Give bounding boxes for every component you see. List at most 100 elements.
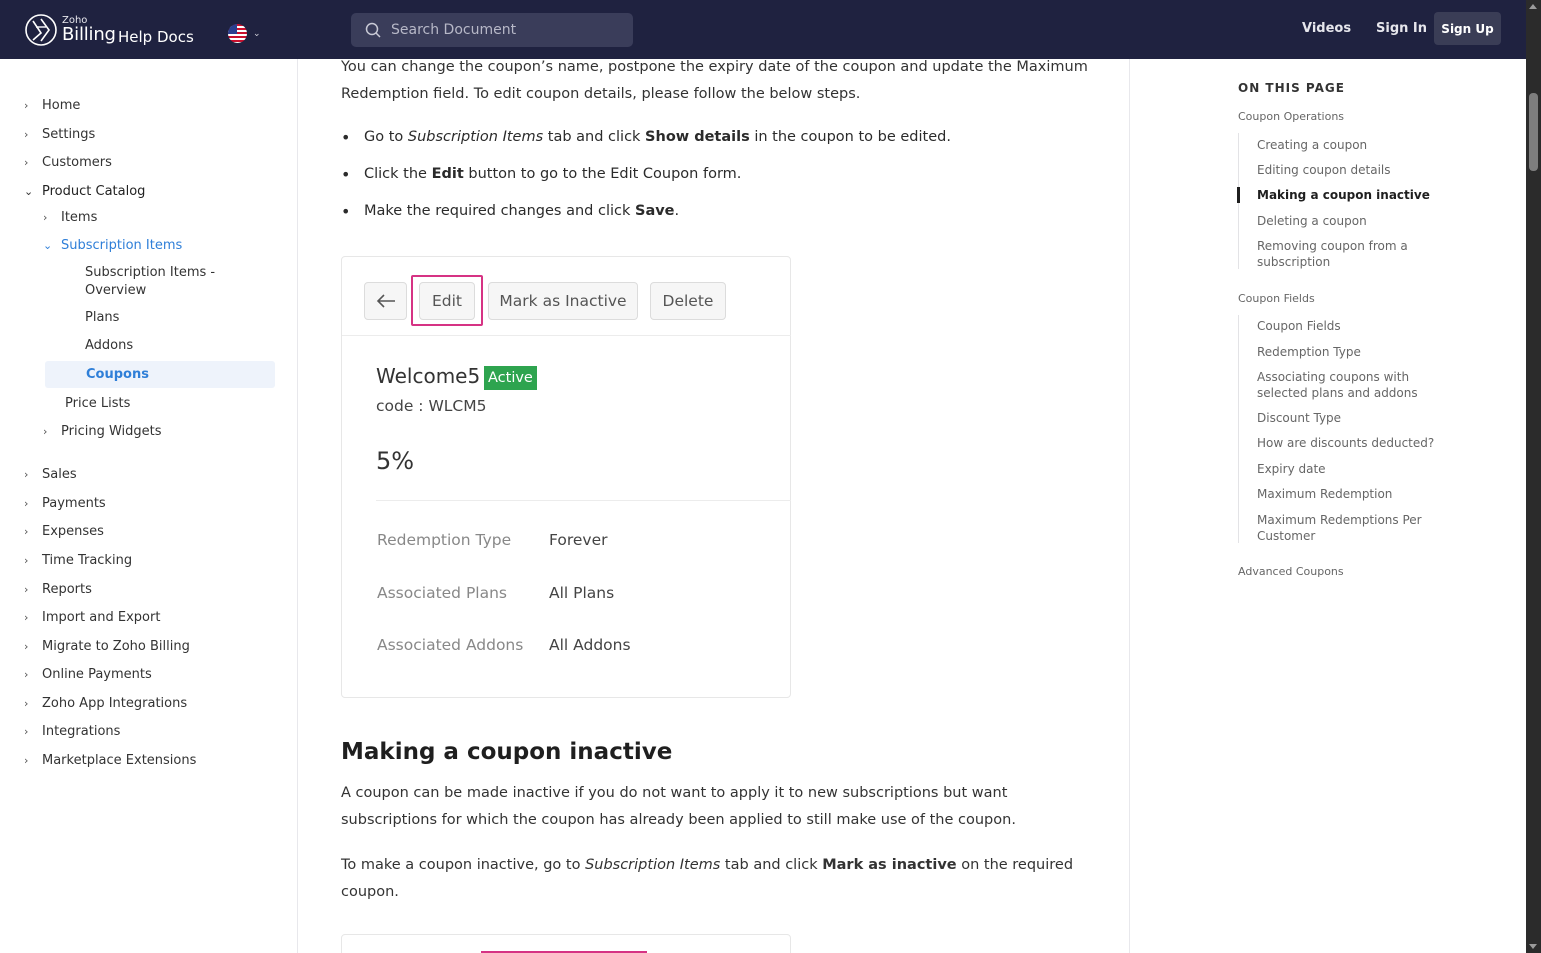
scrollbar-thumb[interactable]: [1529, 93, 1538, 171]
videos-link[interactable]: Videos: [1302, 21, 1351, 36]
list-item: • Click the Edit button to go to the Edi…: [341, 166, 741, 184]
coupon-discount: 5%: [376, 447, 415, 475]
sidebar-item-expenses[interactable]: › Expenses: [24, 524, 104, 539]
sidebar-item-addons[interactable]: Addons: [85, 338, 133, 353]
intro-paragraph: You can change the coupon’s name, postpo…: [341, 59, 1088, 102]
logo-billing-text: Billing: [62, 24, 116, 45]
status-badge: Active: [484, 366, 537, 390]
page-scrollbar[interactable]: [1526, 0, 1541, 953]
search-icon: [365, 22, 381, 38]
associated-plans-value: All Plans: [549, 584, 615, 602]
text-span: Go to: [364, 129, 408, 145]
toc-item[interactable]: Redemption Type: [1257, 344, 1437, 360]
sidebar-item-subscription-items[interactable]: ⌄ Subscription Items: [43, 238, 182, 253]
sidebar-item-integrations[interactable]: › Integrations: [24, 724, 120, 739]
sidebar-item-items[interactable]: › Items: [43, 210, 97, 225]
chevron-down-icon: ⌄: [253, 28, 261, 39]
toc-item[interactable]: How are discounts deducted?: [1257, 435, 1442, 451]
sidebar-item-label: Integrations: [42, 724, 121, 739]
list-item-text: Make the required changes and click Save…: [364, 203, 679, 221]
sign-up-button[interactable]: Sign Up: [1434, 12, 1501, 45]
text-span: Make the required changes and click: [364, 203, 635, 219]
toc-item[interactable]: Associating coupons with selected plans …: [1257, 369, 1422, 401]
toc-active-marker: [1237, 187, 1240, 203]
sidebar-item-label: Customers: [42, 155, 112, 170]
sidebar-item-marketplace-extensions[interactable]: › Marketplace Extensions: [24, 753, 196, 768]
chevron-right-icon: ›: [43, 211, 48, 224]
sidebar-item-label: Reports: [42, 582, 92, 597]
left-sidebar: › Home › Settings › Customers ⌄ Product Cata…: [0, 59, 298, 953]
chevron-right-icon: ›: [24, 497, 29, 510]
strong-text: Show details: [645, 129, 750, 145]
toc-item[interactable]: Editing coupon details: [1257, 162, 1437, 178]
sidebar-item-label: Plans: [85, 310, 120, 325]
sidebar-item-label: Import and Export: [42, 610, 161, 625]
sidebar-item-sales[interactable]: › Sales: [24, 467, 77, 482]
chevron-right-icon: ›: [24, 468, 29, 481]
sidebar-item-payments[interactable]: › Payments: [24, 496, 106, 511]
toc-item[interactable]: Discount Type: [1257, 410, 1437, 426]
chevron-right-icon: ›: [24, 640, 29, 653]
text-span: tab and click: [543, 129, 646, 145]
sidebar-item-online-payments[interactable]: › Online Payments: [24, 667, 152, 682]
search-input[interactable]: [391, 22, 611, 38]
strong-text: Mark as inactive: [822, 857, 957, 873]
chevron-right-icon: ›: [24, 697, 29, 710]
toc-section-coupon-operations[interactable]: Coupon Operations: [1238, 110, 1344, 123]
chevron-right-icon: ›: [24, 128, 29, 141]
emphasis-text: Subscription Items: [585, 857, 721, 873]
toc-guide-line: [1238, 315, 1239, 543]
top-navbar: Zoho Billing Help Docs ⌄ Videos Sign In …: [0, 0, 1526, 59]
sidebar-item-price-lists[interactable]: Price Lists: [65, 396, 130, 411]
toc-item[interactable]: Deleting a coupon: [1257, 213, 1437, 229]
chevron-right-icon: ›: [24, 99, 29, 112]
toc-item[interactable]: Expiry date: [1257, 461, 1437, 477]
toc-section-coupon-fields[interactable]: Coupon Fields: [1238, 292, 1315, 305]
strong-text: Edit: [431, 166, 464, 182]
toc-item[interactable]: Removing coupon from a subscription: [1257, 238, 1417, 270]
active-item-highlight: [45, 361, 275, 388]
scroll-down-icon[interactable]: [1529, 944, 1537, 949]
sidebar-item-home[interactable]: › Home: [24, 98, 80, 113]
sign-in-link[interactable]: Sign In: [1376, 21, 1427, 36]
sidebar-item-label: Marketplace Extensions: [42, 753, 197, 768]
sidebar-item-label: Subscription Items: [61, 238, 183, 253]
coupon-code: code : WLCM5: [376, 397, 487, 415]
sidebar-item-migrate[interactable]: › Migrate to Zoho Billing: [24, 639, 190, 654]
chevron-down-icon: ⌄: [24, 185, 34, 198]
scroll-up-icon[interactable]: [1529, 4, 1537, 9]
toc-item[interactable]: Creating a coupon: [1257, 137, 1437, 153]
language-selector[interactable]: ⌄: [228, 24, 261, 43]
sidebar-item-product-catalog[interactable]: ⌄ Product Catalog: [24, 184, 145, 199]
sidebar-item-zoho-app-integrations[interactable]: › Zoho App Integrations: [24, 696, 187, 711]
search-box[interactable]: [351, 13, 633, 47]
sidebar-item-label: Home: [42, 98, 81, 113]
toc-section-advanced-coupons[interactable]: Advanced Coupons: [1238, 565, 1344, 577]
zoho-billing-logo[interactable]: Zoho Billing Help Docs: [24, 13, 202, 47]
strong-text: Save: [635, 203, 675, 219]
back-button: [364, 282, 407, 320]
associated-plans-label: Associated Plans: [377, 584, 507, 602]
sidebar-item-reports[interactable]: › Reports: [24, 582, 92, 597]
sidebar-item-time-tracking[interactable]: › Time Tracking: [24, 553, 132, 568]
toc-item-active[interactable]: Making a coupon inactive: [1257, 187, 1437, 203]
sidebar-item-label: Price Lists: [65, 396, 131, 411]
sidebar-item-plans[interactable]: Plans: [85, 310, 119, 325]
chevron-right-icon: ›: [24, 525, 29, 538]
sidebar-item-label: Coupons: [86, 367, 149, 382]
sidebar-item-coupons[interactable]: Coupons: [86, 367, 149, 382]
sidebar-item-customers[interactable]: › Customers: [24, 155, 112, 170]
bullet-icon: •: [341, 128, 351, 147]
edit-highlight-box: [411, 275, 483, 326]
sidebar-item-import-export[interactable]: › Import and Export: [24, 610, 160, 625]
list-item-text: Go to Subscription Items tab and click S…: [364, 129, 951, 147]
sidebar-item-label: Online Payments: [42, 667, 152, 682]
sidebar-item-subscription-items-overview[interactable]: Subscription Items - Overview: [85, 264, 235, 300]
sidebar-item-label: Addons: [85, 338, 134, 353]
toc-item[interactable]: Coupon Fields: [1257, 318, 1437, 334]
sidebar-item-settings[interactable]: › Settings: [24, 127, 95, 142]
toc-item[interactable]: Maximum Redemptions Per Customer: [1257, 512, 1427, 544]
sidebar-item-pricing-widgets[interactable]: › Pricing Widgets: [43, 424, 162, 439]
bullet-icon: •: [341, 202, 351, 221]
toc-item[interactable]: Maximum Redemption: [1257, 486, 1437, 502]
